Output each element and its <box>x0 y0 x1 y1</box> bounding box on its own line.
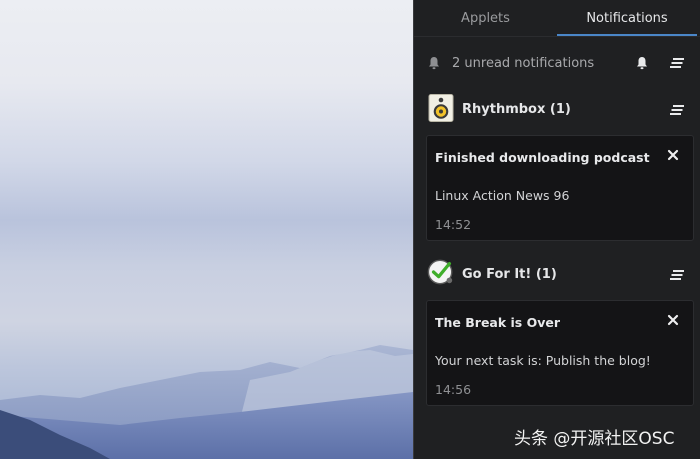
tab-applets[interactable]: Applets <box>414 0 557 36</box>
group-app-name: Rhythmbox (1) <box>462 102 571 117</box>
notification-time: 14:56 <box>435 382 472 397</box>
group-app-name: Go For It! (1) <box>462 267 557 282</box>
notification-title: The Break is Over <box>435 315 561 330</box>
notifications-summary: 2 unread notifications <box>414 50 700 78</box>
panel-tabs: Applets Notifications <box>414 0 700 36</box>
clear-group-icon[interactable] <box>670 103 686 117</box>
notification-time: 14:52 <box>435 217 472 232</box>
do-not-disturb-bell-icon[interactable] <box>634 55 650 71</box>
notification-panel: Applets Notifications 2 unread notificat… <box>413 0 700 459</box>
watermark-text: 头条 @开源社区OSC <box>514 429 675 449</box>
checkmark-clock-icon <box>427 259 453 285</box>
notification-card-break[interactable]: The Break is Over Your next task is: Pub… <box>426 300 694 406</box>
tabs-divider <box>414 36 700 37</box>
mountain-landscape <box>0 345 413 459</box>
notification-body: Linux Action News 96 <box>435 188 570 203</box>
notification-title: Finished downloading podcast <box>435 150 650 165</box>
unread-count-label: 2 unread notifications <box>452 56 595 71</box>
clear-all-icon[interactable] <box>670 56 686 70</box>
tab-notifications[interactable]: Notifications <box>557 0 697 36</box>
close-icon[interactable] <box>666 313 680 327</box>
close-icon[interactable] <box>666 148 680 162</box>
desktop-wallpaper <box>0 0 413 459</box>
bell-icon <box>429 57 439 70</box>
notification-body: Your next task is: Publish the blog! <box>435 353 651 368</box>
speaker-icon <box>428 94 454 122</box>
clear-group-icon[interactable] <box>670 268 686 282</box>
notification-card-podcast[interactable]: Finished downloading podcast Linux Actio… <box>426 135 694 241</box>
